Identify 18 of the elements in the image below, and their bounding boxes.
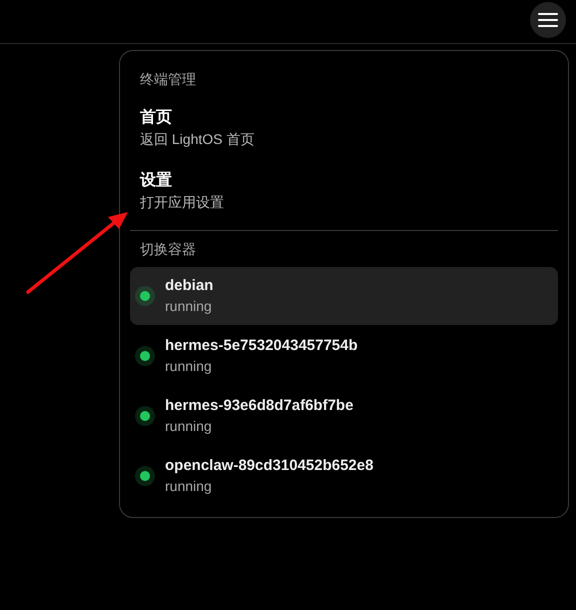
container-item[interactable]: hermes-5e7532043457754b running xyxy=(130,327,558,385)
container-status: running xyxy=(165,297,212,316)
container-name: openclaw-89cd310452b652e8 xyxy=(165,456,374,476)
container-item[interactable]: hermes-93e6d8d7af6bf7be running xyxy=(130,387,558,445)
container-item[interactable]: openclaw-89cd310452b652e8 running xyxy=(130,447,558,505)
section-heading: 终端管理 xyxy=(139,70,197,89)
container-name: hermes-93e6d8d7af6bf7be xyxy=(165,396,354,416)
menu-icon xyxy=(538,12,558,28)
container-status: running xyxy=(165,477,212,496)
section-heading: 切换容器 xyxy=(139,240,197,259)
container-status: running xyxy=(165,357,212,376)
container-item[interactable]: debian running xyxy=(130,267,558,325)
menu-item[interactable]: 设置 打开应用设置 xyxy=(130,160,558,223)
menu-item[interactable]: 首页 返回 LightOS 首页 xyxy=(130,97,558,160)
menu-button[interactable] xyxy=(530,2,566,38)
container-status: running xyxy=(165,417,212,436)
container-name: debian xyxy=(165,276,214,296)
container-name: hermes-5e7532043457754b xyxy=(165,336,358,356)
